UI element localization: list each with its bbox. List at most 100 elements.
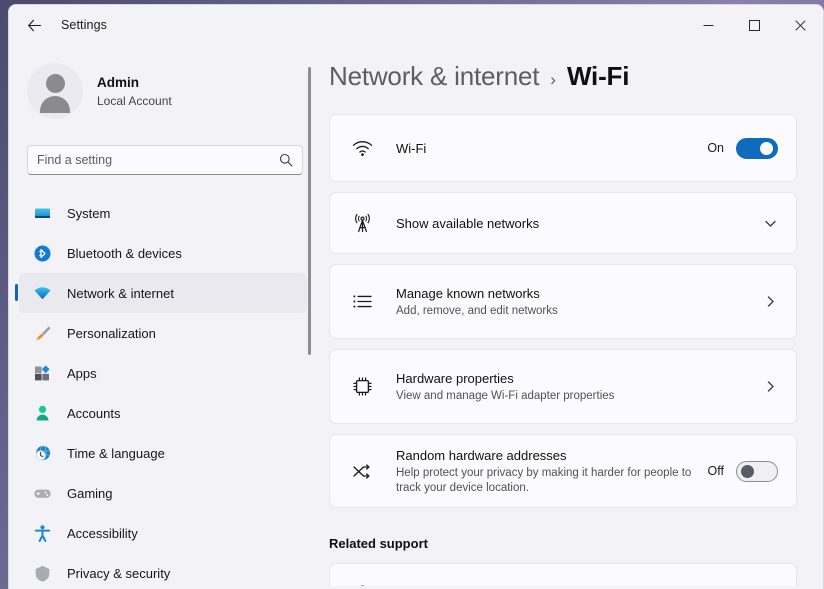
sidebar-item-label: Personalization	[67, 326, 156, 341]
back-arrow-icon	[26, 17, 43, 34]
minimize-button[interactable]	[685, 5, 731, 45]
search-icon	[279, 153, 293, 167]
wifi-toggle-card[interactable]: Wi-Fi On	[329, 114, 797, 182]
sidebar-item-accounts[interactable]: Accounts	[19, 393, 307, 433]
chip-icon	[348, 373, 376, 401]
breadcrumb: Network & internet › Wi-Fi	[329, 61, 797, 92]
gamepad-icon	[31, 482, 53, 504]
wifi-icon	[31, 282, 53, 304]
card-title: Help from the web	[396, 586, 778, 587]
card-title: Show available networks	[396, 215, 749, 232]
sidebar-item-label: Gaming	[67, 486, 113, 501]
sidebar-item-privacy-security[interactable]: Privacy & security	[19, 553, 307, 589]
toggle-knob	[741, 465, 754, 478]
card-text: Random hardware addresses Help protect y…	[396, 447, 694, 496]
paintbrush-icon	[31, 322, 53, 344]
card-control	[763, 294, 778, 309]
title-bar: Settings	[9, 5, 823, 45]
hardware-properties-card[interactable]: Hardware properties View and manage Wi-F…	[329, 349, 797, 424]
avatar	[27, 63, 83, 119]
random-hardware-addresses-card[interactable]: Random hardware addresses Help protect y…	[329, 434, 797, 508]
search-box[interactable]	[27, 145, 303, 175]
sidebar-item-bluetooth-devices[interactable]: Bluetooth & devices	[19, 233, 307, 273]
card-text: Show available networks	[396, 215, 749, 232]
card-text: Hardware properties View and manage Wi-F…	[396, 370, 749, 404]
sidebar-item-label: System	[67, 206, 110, 221]
page-title: Wi-Fi	[567, 61, 629, 92]
related-support-heading: Related support	[329, 536, 797, 551]
breadcrumb-parent[interactable]: Network & internet	[329, 61, 539, 92]
sidebar-item-system[interactable]: System	[19, 193, 307, 233]
card-control	[763, 379, 778, 394]
card-text: Help from the web	[396, 586, 778, 587]
sidebar-item-label: Bluetooth & devices	[67, 246, 182, 261]
search-input[interactable]	[37, 153, 279, 167]
window-body: Admin Local Account	[9, 45, 823, 586]
sidebar-scrollbar-thumb[interactable]	[308, 67, 311, 355]
maximize-button[interactable]	[731, 5, 777, 45]
manage-known-networks-card[interactable]: Manage known networks Add, remove, and e…	[329, 264, 797, 339]
chevron-down-icon[interactable]	[763, 216, 778, 231]
card-subtitle: View and manage Wi-Fi adapter properties	[396, 389, 749, 404]
card-title: Hardware properties	[396, 370, 749, 387]
back-button[interactable]	[17, 10, 51, 40]
sidebar-item-label: Accessibility	[67, 526, 138, 541]
app-title: Settings	[61, 18, 107, 32]
status-badge: Off	[708, 464, 724, 478]
maximize-icon	[749, 20, 760, 31]
bluetooth-icon	[31, 242, 53, 264]
minimize-icon	[703, 20, 714, 31]
account-name: Admin	[97, 74, 172, 91]
monitor-icon	[31, 202, 53, 224]
avatar-body	[40, 96, 70, 113]
sidebar-item-gaming[interactable]: Gaming	[19, 473, 307, 513]
accessibility-person-icon	[31, 522, 53, 544]
card-title: Manage known networks	[396, 285, 749, 302]
sidebar: Admin Local Account	[9, 45, 321, 586]
broadcast-tower-icon	[348, 209, 376, 237]
window-controls	[685, 5, 823, 45]
sidebar-item-time-language[interactable]: Time & language	[19, 433, 307, 473]
sidebar-item-network-internet[interactable]: Network & internet	[19, 273, 307, 313]
sidebar-item-label: Privacy & security	[67, 566, 170, 581]
list-icon	[348, 288, 376, 316]
random-hardware-addresses-toggle[interactable]	[736, 461, 778, 482]
sidebar-item-label: Accounts	[67, 406, 120, 421]
card-subtitle: Add, remove, and edit networks	[396, 304, 749, 319]
sidebar-item-accessibility[interactable]: Accessibility	[19, 513, 307, 553]
card-text: Wi-Fi	[396, 140, 693, 157]
account-section[interactable]: Admin Local Account	[27, 63, 321, 119]
card-text: Manage known networks Add, remove, and e…	[396, 285, 749, 319]
card-title: Wi-Fi	[396, 140, 693, 157]
sidebar-scrollbar[interactable]	[308, 67, 311, 377]
sidebar-item-apps[interactable]: Apps	[19, 353, 307, 393]
chevron-right-icon[interactable]	[763, 294, 778, 309]
status-badge: On	[707, 141, 724, 155]
account-text: Admin Local Account	[97, 74, 172, 108]
wifi-signal-icon	[348, 134, 376, 162]
avatar-head	[46, 74, 65, 93]
sidebar-item-label: Time & language	[67, 446, 165, 461]
help-from-web-card[interactable]: Help from the web	[329, 563, 797, 586]
apps-grid-icon	[31, 362, 53, 384]
main-content: Network & internet › Wi-Fi Wi-Fi	[321, 45, 823, 586]
sidebar-item-label: Network & internet	[67, 286, 174, 301]
toggle-knob	[760, 142, 773, 155]
sidebar-item-label: Apps	[67, 366, 97, 381]
clock-globe-icon	[31, 442, 53, 464]
card-title: Random hardware addresses	[396, 447, 694, 464]
card-control	[763, 216, 778, 231]
card-control: Off	[708, 461, 778, 482]
sidebar-nav: System Bluetooth & devices	[9, 193, 321, 589]
card-control: On	[707, 138, 778, 159]
shuffle-icon	[348, 457, 376, 485]
chevron-right-icon[interactable]	[763, 379, 778, 394]
close-button[interactable]	[777, 5, 823, 45]
account-type: Local Account	[97, 94, 172, 108]
wifi-toggle-switch[interactable]	[736, 138, 778, 159]
settings-window: Settings	[8, 4, 824, 589]
person-icon	[31, 402, 53, 424]
show-available-networks-card[interactable]: Show available networks	[329, 192, 797, 254]
card-subtitle: Help protect your privacy by making it h…	[396, 466, 694, 496]
sidebar-item-personalization[interactable]: Personalization	[19, 313, 307, 353]
